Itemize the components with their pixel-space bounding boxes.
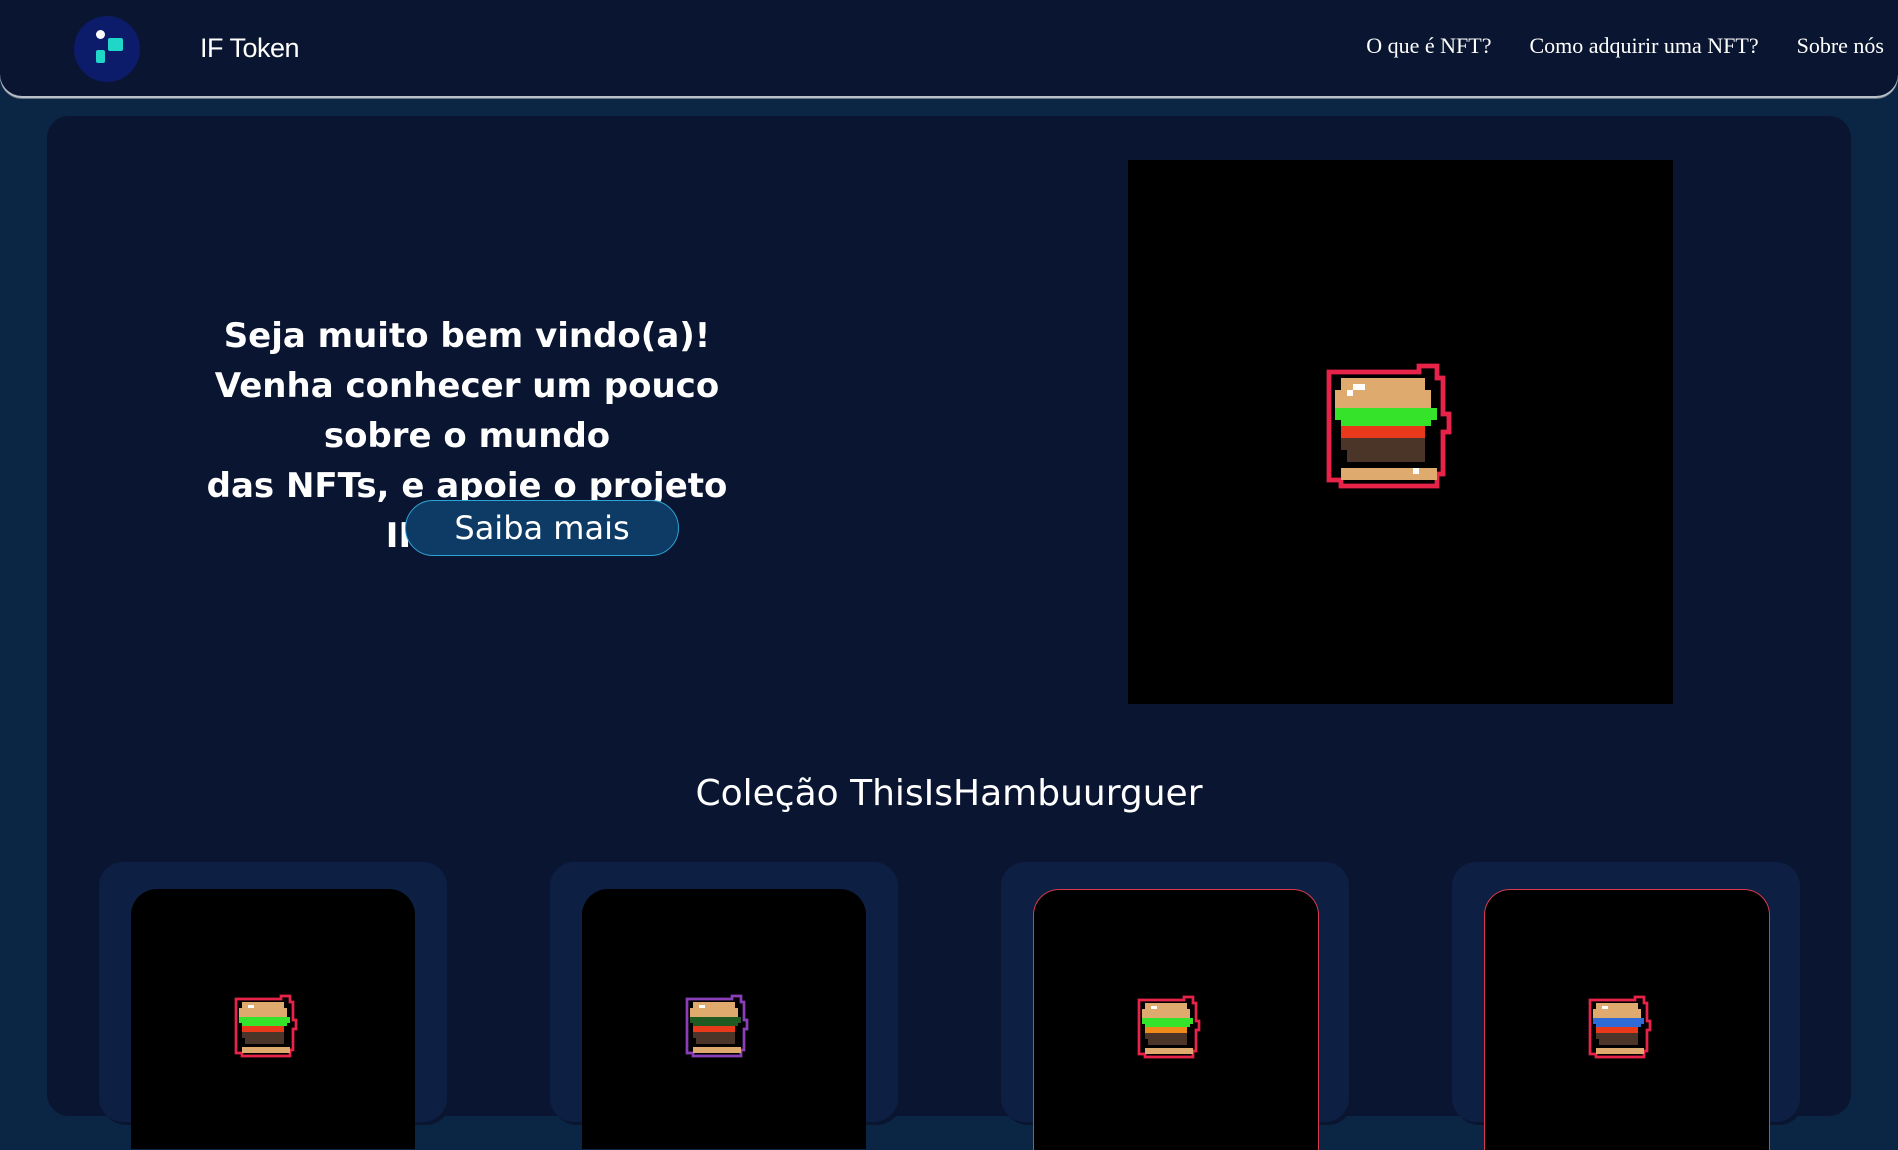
hamburger-nft-icon bbox=[1588, 995, 1652, 1059]
nft-card[interactable] bbox=[1452, 862, 1800, 1150]
nft-card[interactable] bbox=[99, 862, 447, 1149]
navbar: IF Token O que é NFT? Como adquirir uma … bbox=[0, 0, 1898, 96]
nft-card-image bbox=[1033, 889, 1319, 1150]
nft-card-image bbox=[1484, 889, 1770, 1150]
nav-link-what-is-nft[interactable]: O que é NFT? bbox=[1366, 33, 1491, 59]
nft-card-image bbox=[582, 889, 866, 1149]
nav-link-about-us[interactable]: Sobre nós bbox=[1797, 33, 1884, 59]
hamburger-nft-icon bbox=[1326, 363, 1452, 489]
nft-card[interactable] bbox=[1001, 862, 1349, 1150]
hamburger-nft-icon bbox=[685, 994, 749, 1058]
brand-name[interactable]: IF Token bbox=[200, 33, 300, 64]
if-token-logo-icon[interactable] bbox=[74, 16, 140, 82]
nav-menu: O que é NFT? Como adquirir uma NFT? Sobr… bbox=[1366, 33, 1884, 59]
main-content-card: Seja muito bem vindo(a)! Venha conhecer … bbox=[47, 116, 1851, 1150]
hamburger-nft-icon bbox=[234, 994, 298, 1058]
nav-link-how-to-buy[interactable]: Como adquirir uma NFT? bbox=[1529, 33, 1758, 59]
collection-cards bbox=[99, 862, 1800, 1150]
hero-line-1: Seja muito bem vindo(a)! bbox=[223, 316, 711, 356]
nft-card[interactable] bbox=[550, 862, 898, 1149]
hero-nft-image bbox=[1128, 160, 1673, 704]
hamburger-nft-icon bbox=[1137, 995, 1201, 1059]
hero-line-2: Venha conhecer um pouco sobre o mundo bbox=[214, 366, 720, 456]
nft-card-image bbox=[131, 889, 415, 1149]
learn-more-button[interactable]: Saiba mais bbox=[405, 500, 679, 556]
collection-title: Coleção ThisIsHambuurguer bbox=[695, 773, 1203, 814]
